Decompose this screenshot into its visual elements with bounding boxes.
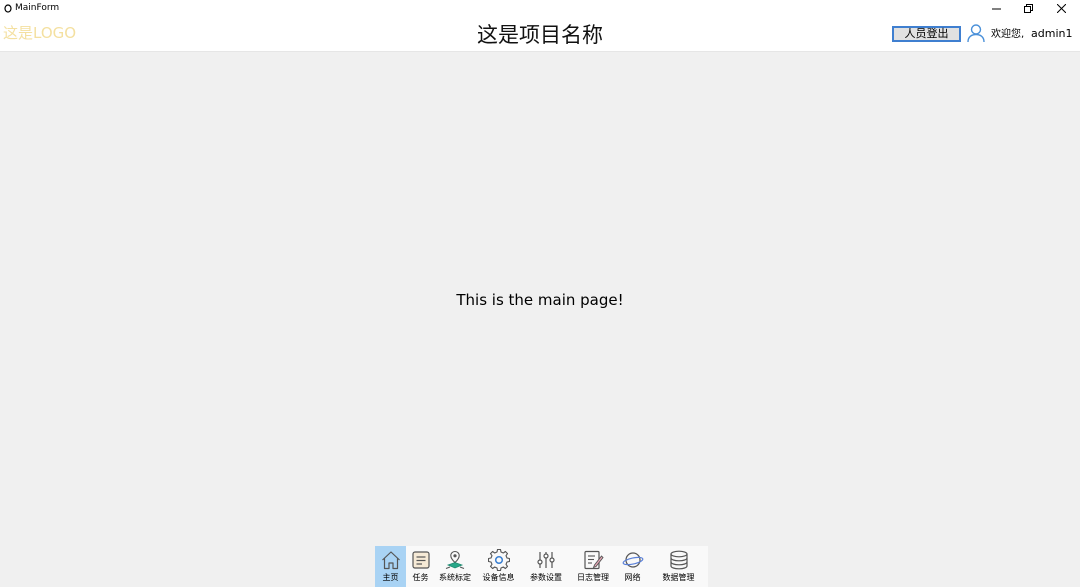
app-header: 这是LOGO 这是项目名称 人员登出 欢迎您, admin1 [0,17,1080,52]
window-title: MainForm [15,3,60,13]
nav-item-device-info[interactable]: 设备信息 [475,546,522,587]
database-icon [669,550,688,570]
nav-label-device-info: 设备信息 [482,573,515,582]
nav-label-network: 网络 [624,573,641,582]
welcome-text: 欢迎您, [991,29,1025,40]
logo: 这是LOGO [3,24,77,42]
log-icon [584,550,604,570]
restore-icon [1024,4,1033,13]
main-content: This is the main page! 主页 任务 系统标定 设备信息 参… [0,52,1080,587]
window-titlebar: MainForm [0,0,1080,17]
main-message: This is the main page! [456,291,624,309]
nav-label-data: 数据管理 [662,573,695,582]
app-icon [4,4,12,13]
home-icon [381,551,400,570]
settings-gear-icon [487,549,510,571]
calibration-icon [445,550,465,569]
minimize-icon [992,8,1001,10]
nav-item-data[interactable]: 数据管理 [649,546,708,587]
nav-item-task[interactable]: 任务 [406,546,435,587]
logout-button[interactable]: 人员登出 [892,26,961,42]
close-button[interactable] [1045,0,1078,17]
nav-label-calibration: 系统标定 [439,573,471,582]
username: admin1 [1031,27,1073,40]
nav-label-logs: 日志管理 [577,573,609,582]
sliders-icon [537,552,555,568]
bottom-nav: 主页 任务 系统标定 设备信息 参数设置 日志管理 网络 数据管理 [375,546,708,587]
nav-item-network[interactable]: 网络 [616,546,649,587]
nav-item-params[interactable]: 参数设置 [522,546,570,587]
nav-item-calibration[interactable]: 系统标定 [435,546,475,587]
nav-item-logs[interactable]: 日志管理 [570,546,616,587]
project-name: 这是项目名称 [477,23,603,47]
restore-button[interactable] [1012,0,1045,17]
network-planet-icon [622,552,643,568]
nav-item-home[interactable]: 主页 [375,546,406,587]
close-icon [1057,4,1066,13]
nav-label-home: 主页 [382,573,399,582]
user-icon [967,24,985,43]
task-icon [411,551,430,569]
minimize-button[interactable] [980,0,1013,17]
nav-label-task: 任务 [412,573,429,582]
nav-label-params: 参数设置 [530,573,562,582]
